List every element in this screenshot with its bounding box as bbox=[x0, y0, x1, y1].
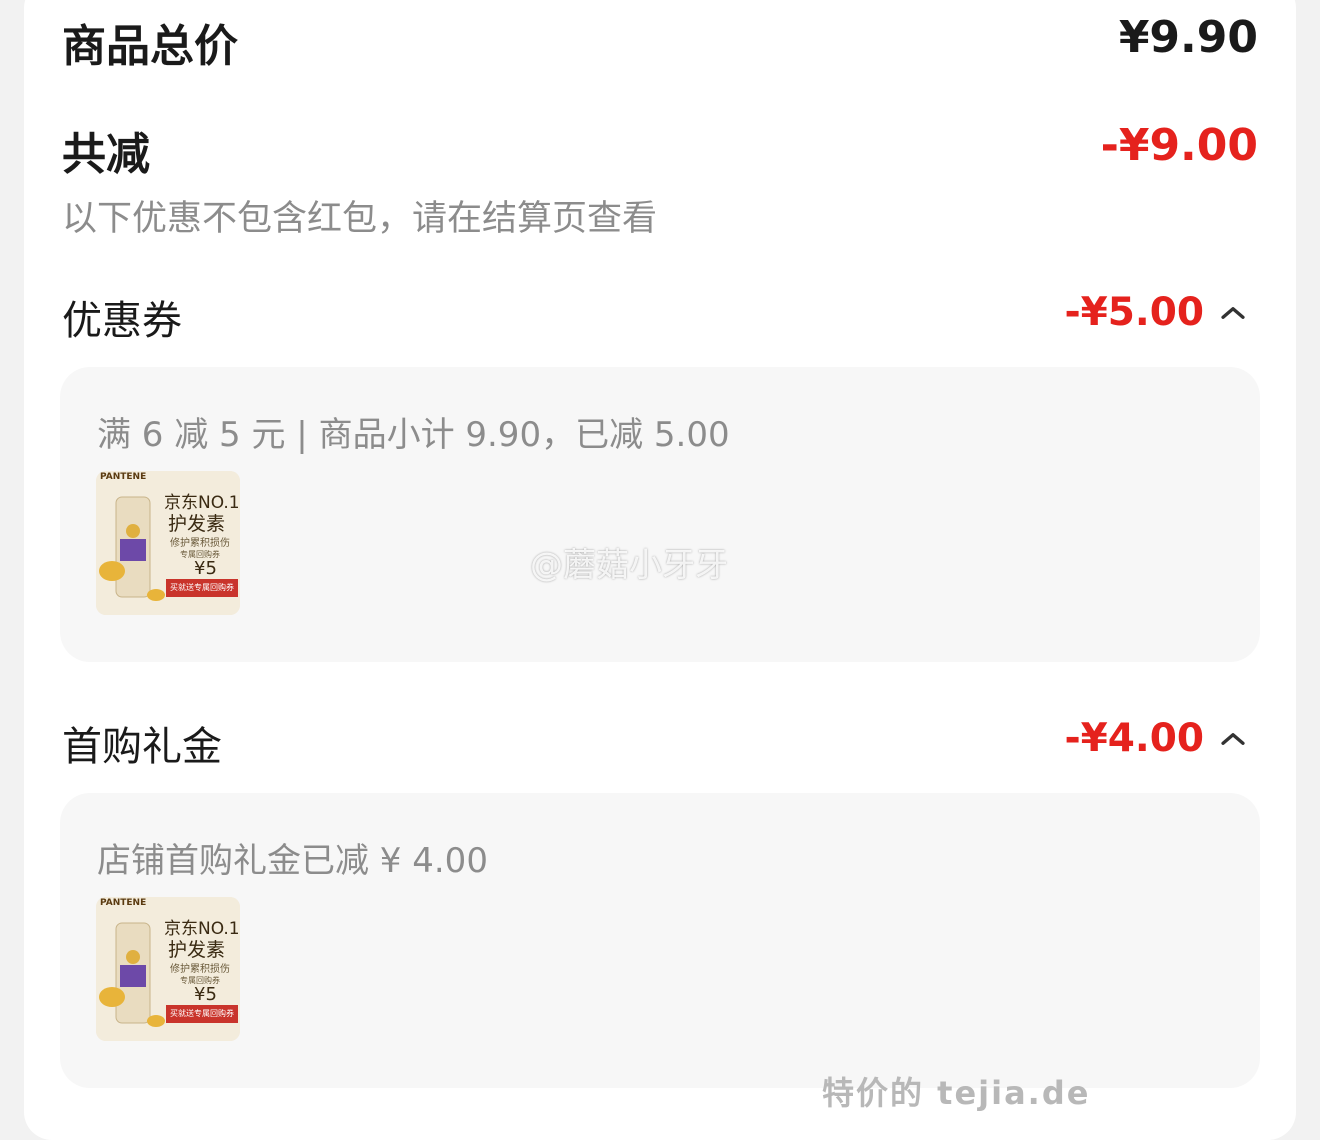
brand-text: PANTENE bbox=[100, 472, 147, 482]
product-coupon-value: ¥5 bbox=[194, 984, 217, 1005]
first-purchase-section-toggle[interactable]: -¥4.00 bbox=[1064, 716, 1250, 761]
total-price-value: ¥9.90 bbox=[1118, 12, 1258, 63]
discount-note: 以下优惠不包含红包，请在结算页查看 bbox=[62, 199, 658, 239]
product-thumbnail[interactable]: PANTENE 京东NO.1 护发素 修护累积损伤 专属回购券 ¥5 买就送专属… bbox=[96, 471, 240, 615]
weibo-watermark: @蘑菇小牙牙 bbox=[530, 545, 728, 584]
coupon-section-toggle[interactable]: -¥5.00 bbox=[1064, 290, 1250, 335]
product-subline: 修护累积损伤 bbox=[170, 538, 230, 549]
first-purchase-section-title: 首购礼金 bbox=[62, 724, 222, 770]
first-purchase-detail-text: 店铺首购礼金已减 ¥ 4.00 bbox=[97, 841, 488, 881]
product-subline: 修护累积损伤 bbox=[170, 964, 230, 975]
product-slogan-2: 护发素 bbox=[168, 939, 226, 961]
product-band: 买就送专属回购券 bbox=[166, 579, 238, 597]
chevron-up-icon bbox=[1221, 306, 1245, 319]
product-slogan-2: 护发素 bbox=[168, 513, 226, 535]
first-purchase-amount: -¥4.00 bbox=[1064, 716, 1204, 761]
total-reduction-value: -¥9.00 bbox=[1100, 120, 1258, 171]
product-coupon-value: ¥5 bbox=[194, 558, 217, 579]
coupon-detail-panel: 满 6 减 5 元 | 商品小计 9.90，已减 5.00 PANTENE 京东… bbox=[60, 367, 1260, 662]
coupon-section-title: 优惠券 bbox=[62, 298, 182, 344]
coupon-amount: -¥5.00 bbox=[1064, 290, 1204, 335]
total-price-label: 商品总价 bbox=[62, 21, 238, 72]
product-thumbnail[interactable]: PANTENE 京东NO.1 护发素 修护累积损伤 专属回购券 ¥5 买就送专属… bbox=[96, 897, 240, 1041]
product-band: 买就送专属回购券 bbox=[166, 1005, 238, 1023]
site-watermark: 特价的 tejia.de bbox=[822, 1074, 1091, 1112]
brand-text: PANTENE bbox=[100, 898, 147, 908]
chevron-up-icon bbox=[1221, 732, 1245, 745]
total-reduction-label: 共减 bbox=[62, 129, 150, 180]
first-purchase-detail-panel: 店铺首购礼金已减 ¥ 4.00 PANTENE 京东NO.1 护发素 修护累积损… bbox=[60, 793, 1260, 1088]
coupon-detail-text: 满 6 减 5 元 | 商品小计 9.90，已减 5.00 bbox=[97, 415, 730, 455]
